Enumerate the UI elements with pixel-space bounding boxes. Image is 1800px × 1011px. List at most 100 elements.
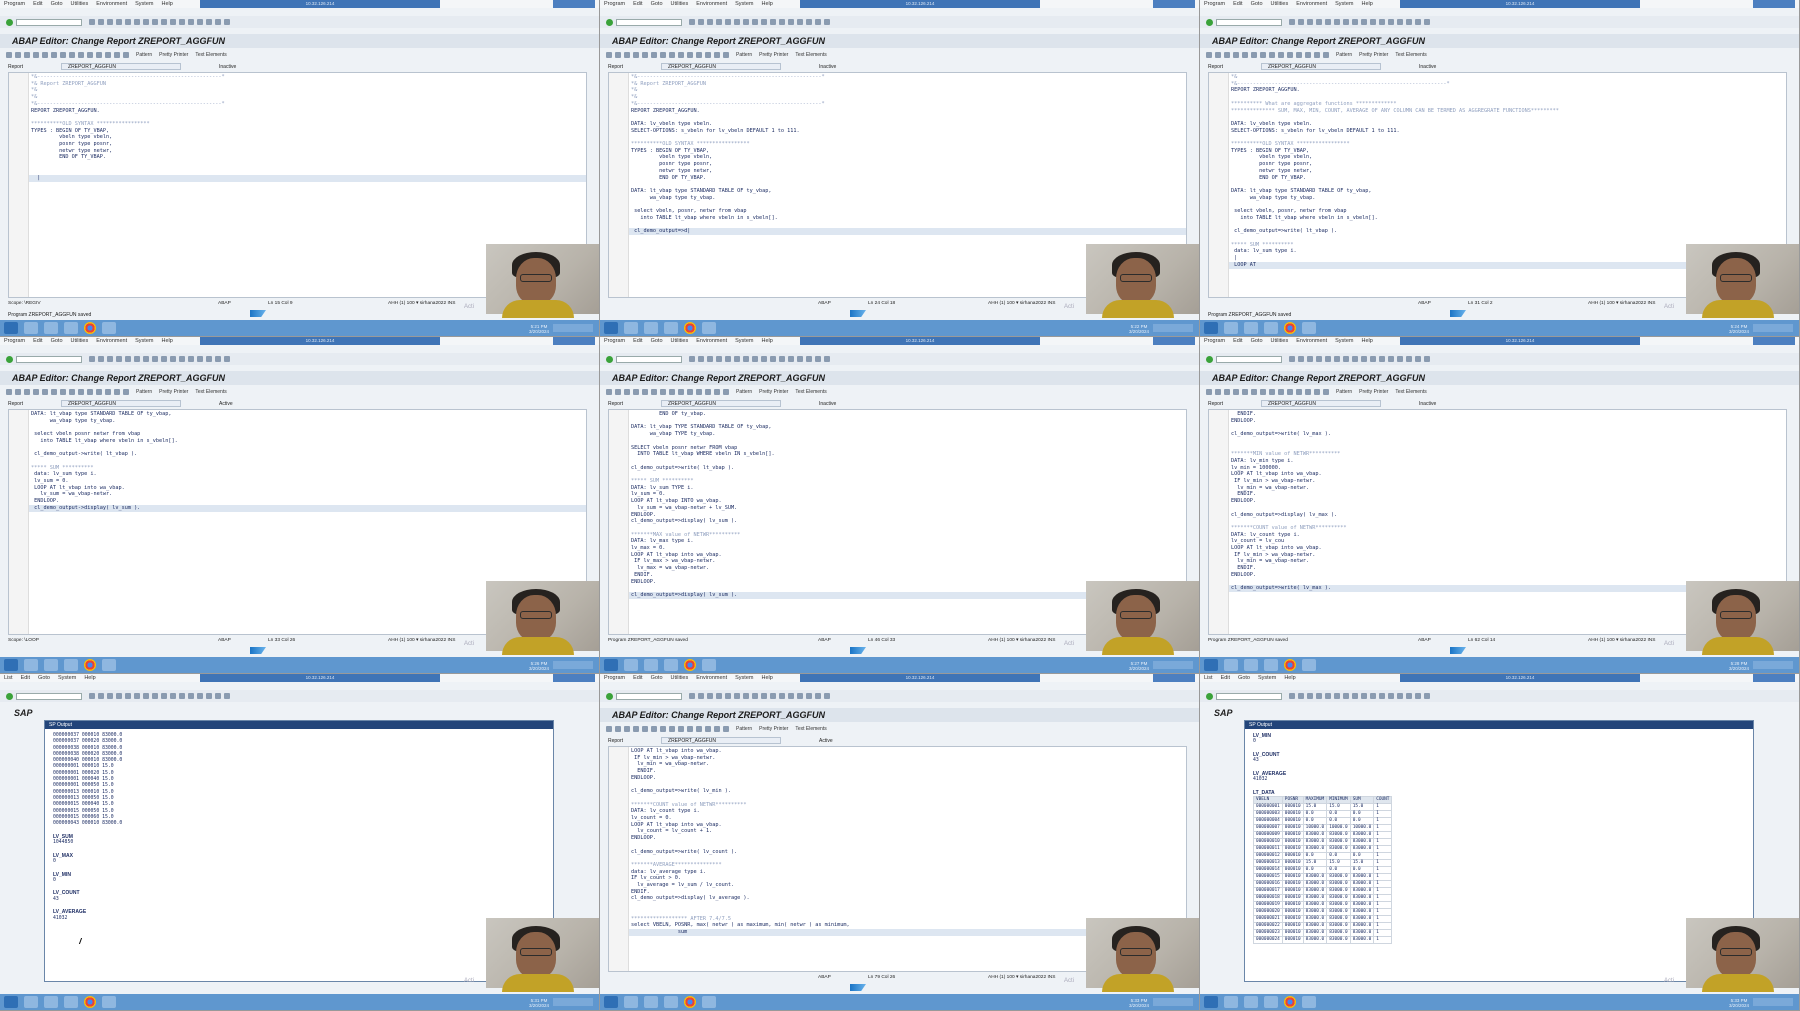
toolbar-icon[interactable] <box>824 19 830 25</box>
toolbar-icon[interactable] <box>1334 19 1340 25</box>
toolbar-icon[interactable] <box>1334 356 1340 362</box>
app-toolbar-icon[interactable] <box>660 52 666 58</box>
folder-icon[interactable] <box>664 996 678 1008</box>
sap-gui-icon[interactable] <box>102 659 116 671</box>
app-toolbar-icon[interactable] <box>123 52 129 58</box>
window-controls[interactable] <box>1753 337 1795 345</box>
file-explorer-icon[interactable] <box>1244 322 1258 334</box>
app-toolbar-icon[interactable] <box>606 726 612 732</box>
menu-item-environment[interactable]: Environment <box>696 1 727 7</box>
menu-item-system[interactable]: System <box>58 675 76 681</box>
file-explorer-icon[interactable] <box>44 659 58 671</box>
app-toolbar-icon[interactable] <box>69 389 75 395</box>
chrome-icon[interactable] <box>1284 996 1296 1008</box>
start-icon[interactable] <box>1204 322 1218 334</box>
toolbar-icon[interactable] <box>824 693 830 699</box>
app-toolbar-icon[interactable] <box>51 52 57 58</box>
menu-item-goto[interactable]: Goto <box>38 675 50 681</box>
app-toolbar-icon[interactable] <box>42 389 48 395</box>
toolbar-button-pretty-printer[interactable]: Pretty Printer <box>159 52 188 58</box>
toolbar-icon[interactable] <box>788 693 794 699</box>
toolbar-icon[interactable] <box>1388 19 1394 25</box>
toolbar-button-pretty-printer[interactable]: Pretty Printer <box>1359 52 1388 58</box>
toolbar-icon[interactable] <box>761 356 767 362</box>
toolbar-icon[interactable] <box>125 356 131 362</box>
app-toolbar-icon[interactable] <box>615 389 621 395</box>
toolbar-icon[interactable] <box>752 19 758 25</box>
app-toolbar-icon[interactable] <box>114 52 120 58</box>
toolbar-button-pattern[interactable]: Pattern <box>736 52 752 58</box>
app-toolbar-icon[interactable] <box>624 389 630 395</box>
app-toolbar-icon[interactable] <box>642 389 648 395</box>
app-toolbar-icon[interactable] <box>1278 389 1284 395</box>
toolbar-icon[interactable] <box>152 19 158 25</box>
folder-icon[interactable] <box>664 659 678 671</box>
app-toolbar-icon[interactable] <box>1260 389 1266 395</box>
start-icon[interactable] <box>604 322 618 334</box>
toolbar-icon[interactable] <box>707 693 713 699</box>
app-toolbar-icon[interactable] <box>651 52 657 58</box>
command-field[interactable] <box>1216 692 1282 700</box>
toolbar-icon[interactable] <box>743 693 749 699</box>
toolbar-icon[interactable] <box>1415 693 1421 699</box>
app-toolbar-icon[interactable] <box>633 726 639 732</box>
app-toolbar-icon[interactable] <box>1305 52 1311 58</box>
command-field[interactable] <box>616 18 682 26</box>
toolbar-icon[interactable] <box>188 19 194 25</box>
file-explorer-icon[interactable] <box>1244 659 1258 671</box>
app-toolbar-icon[interactable] <box>687 52 693 58</box>
app-toolbar-icon[interactable] <box>1251 52 1257 58</box>
toolbar-icon[interactable] <box>779 693 785 699</box>
app-toolbar-icon[interactable] <box>723 726 729 732</box>
toolbar-icon[interactable] <box>707 19 713 25</box>
start-icon[interactable] <box>604 659 618 671</box>
app-toolbar-icon[interactable] <box>678 52 684 58</box>
menu-item-utilities[interactable]: Utilities <box>71 338 89 344</box>
toolbar-button-pretty-printer[interactable]: Pretty Printer <box>1359 389 1388 395</box>
app-toolbar-icon[interactable] <box>624 726 630 732</box>
app-toolbar-icon[interactable] <box>114 389 120 395</box>
toolbar-icon[interactable] <box>689 693 695 699</box>
toolbar-icon[interactable] <box>98 356 104 362</box>
menu-item-utilities[interactable]: Utilities <box>1271 338 1289 344</box>
toolbar-icon[interactable] <box>725 693 731 699</box>
toolbar-icon[interactable] <box>134 356 140 362</box>
toolbar-icon[interactable] <box>116 19 122 25</box>
app-toolbar-icon[interactable] <box>1242 389 1248 395</box>
toolbar-icon[interactable] <box>1352 19 1358 25</box>
start-icon[interactable] <box>4 996 18 1008</box>
menu-item-help[interactable]: Help <box>761 1 772 7</box>
toolbar-icon[interactable] <box>698 693 704 699</box>
folder-icon[interactable] <box>1264 659 1278 671</box>
toolbar-icon[interactable] <box>815 19 821 25</box>
app-toolbar-icon[interactable] <box>1224 389 1230 395</box>
toolbar-icon[interactable] <box>1307 693 1313 699</box>
toolbar-icon[interactable] <box>134 19 140 25</box>
window-controls[interactable] <box>1153 337 1195 345</box>
folder-icon[interactable] <box>64 322 78 334</box>
menu-item-goto[interactable]: Goto <box>651 1 663 7</box>
toolbar-icon[interactable] <box>770 356 776 362</box>
toolbar-icon[interactable] <box>1424 19 1430 25</box>
toolbar-icon[interactable] <box>206 356 212 362</box>
toolbar-icon[interactable] <box>188 356 194 362</box>
menu-item-program[interactable]: Program <box>1204 338 1225 344</box>
toolbar-icon[interactable] <box>1298 693 1304 699</box>
toolbar-button-pretty-printer[interactable]: Pretty Printer <box>759 389 788 395</box>
app-toolbar-icon[interactable] <box>1269 389 1275 395</box>
menu-item-list[interactable]: List <box>4 675 13 681</box>
menu-item-environment[interactable]: Environment <box>96 1 127 7</box>
app-toolbar-icon[interactable] <box>705 389 711 395</box>
toolbar-button-pattern[interactable]: Pattern <box>1336 52 1352 58</box>
app-toolbar-icon[interactable] <box>105 389 111 395</box>
app-toolbar-icon[interactable] <box>1215 389 1221 395</box>
toolbar-icon[interactable] <box>1361 356 1367 362</box>
toolbar-icon[interactable] <box>1415 19 1421 25</box>
app-toolbar-icon[interactable] <box>15 389 21 395</box>
toolbar-icon[interactable] <box>1379 693 1385 699</box>
code-text[interactable]: *&--------------------------------------… <box>631 74 1182 235</box>
toolbar-icon[interactable] <box>188 693 194 699</box>
enter-icon[interactable] <box>1206 692 1213 700</box>
toolbar-icon[interactable] <box>1343 693 1349 699</box>
toolbar-icon[interactable] <box>161 19 167 25</box>
